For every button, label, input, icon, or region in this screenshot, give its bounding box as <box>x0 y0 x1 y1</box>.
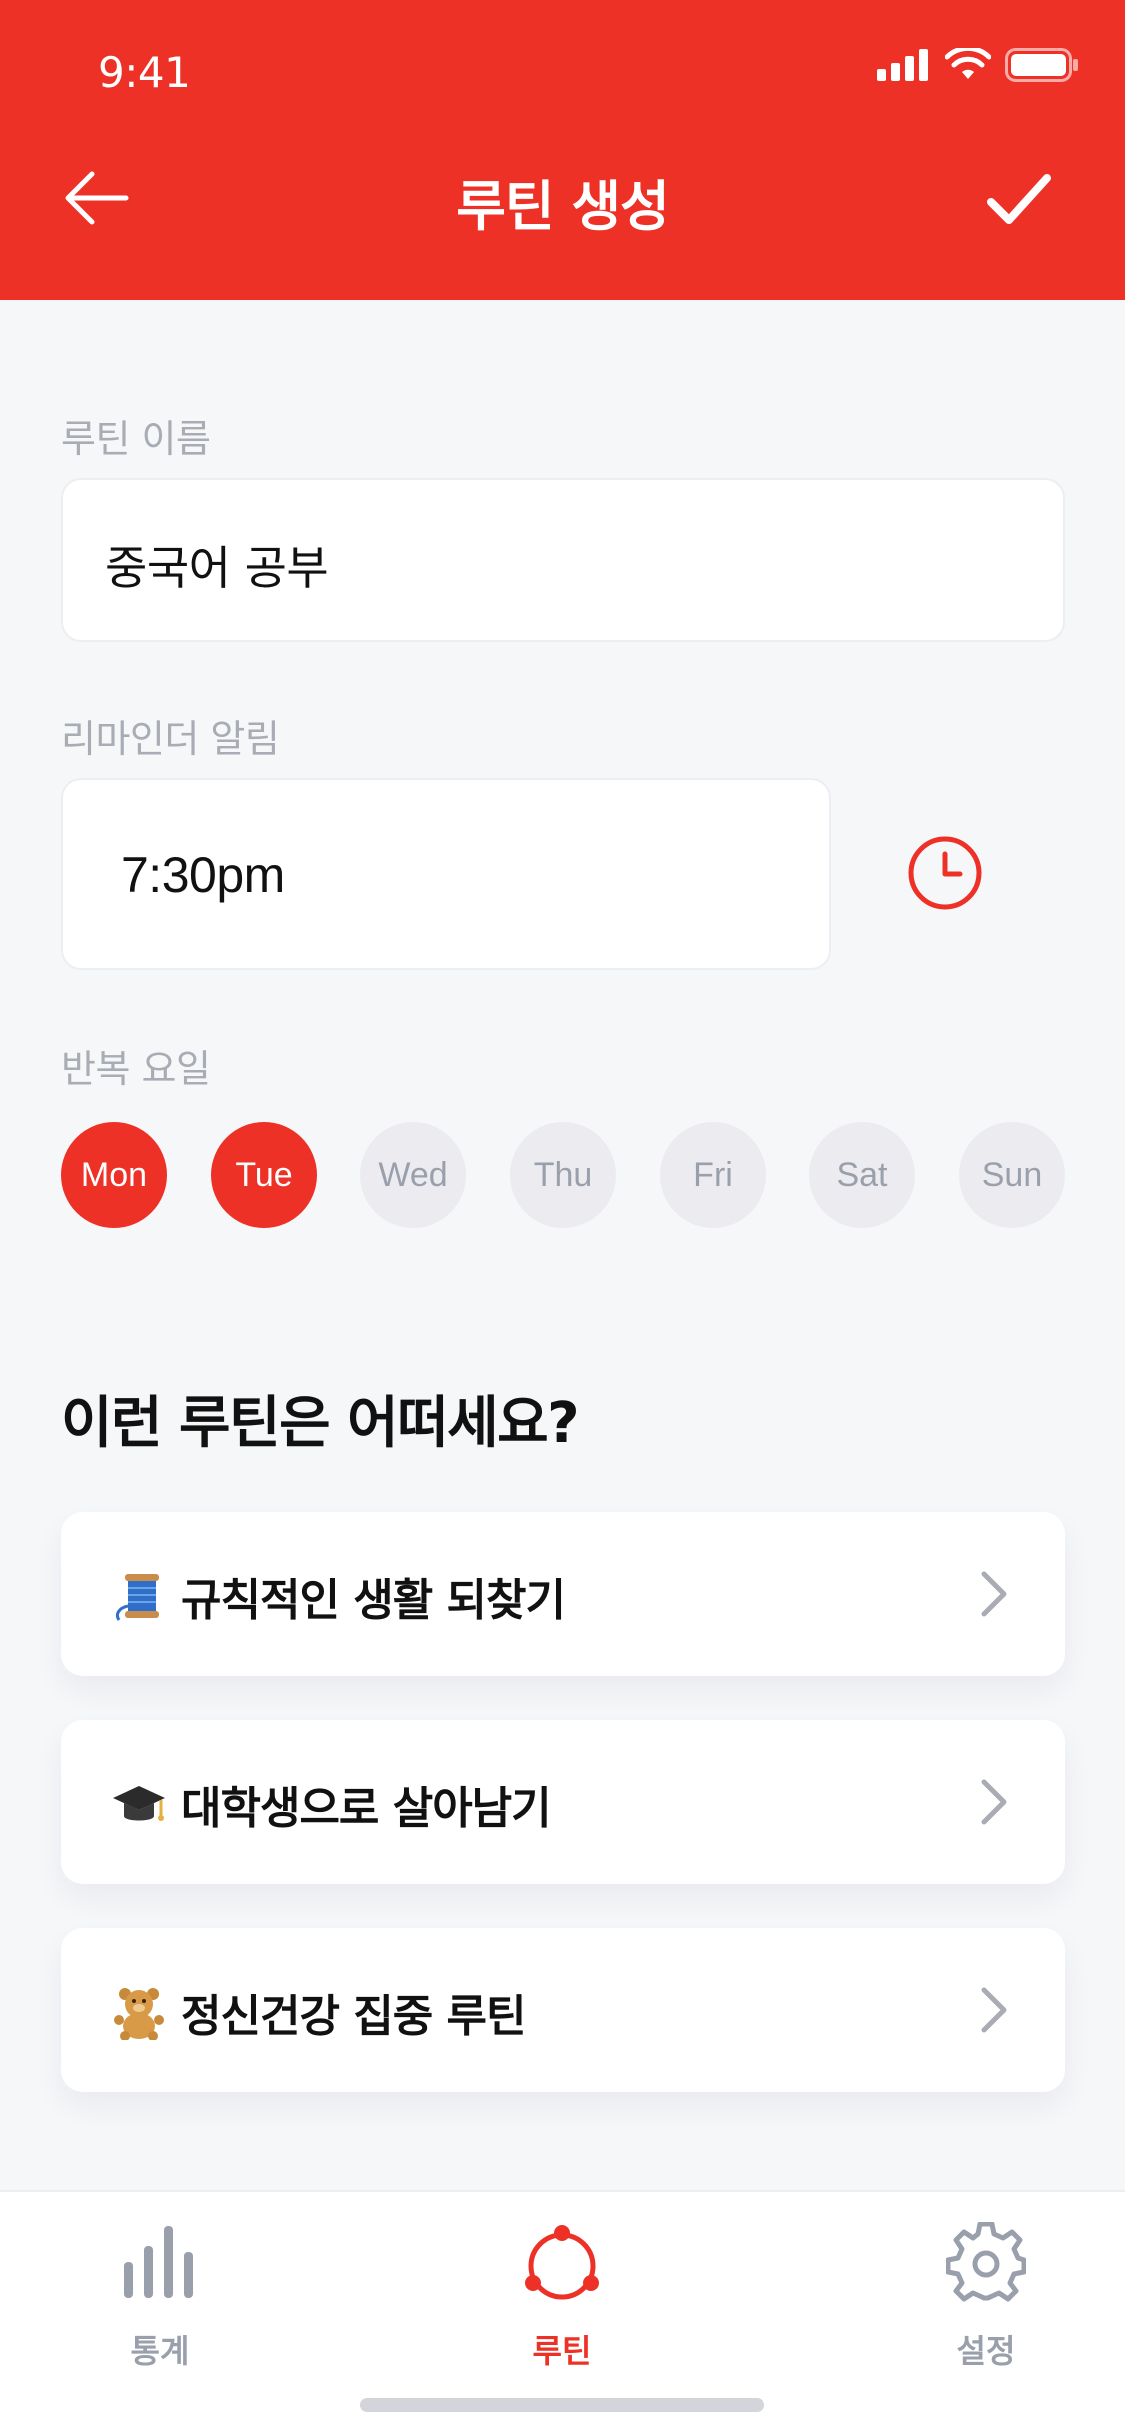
status-icons <box>877 48 1079 82</box>
tab-stats[interactable]: 통계 <box>80 2222 240 2372</box>
suggestion-card[interactable]: 규칙적인 생활 되찾기 <box>61 1512 1065 1676</box>
confirm-button[interactable] <box>983 168 1055 232</box>
tab-routine[interactable]: 루틴 <box>482 2222 642 2372</box>
repeat-days-label: 반복 요일 <box>61 1047 211 1091</box>
suggestion-label: 대학생으로 살아남기 <box>181 1783 552 1834</box>
day-selector: Mon Tue Wed Thu Fri Sat Sun <box>61 1122 1065 1228</box>
thread-spool-icon <box>115 1574 159 1621</box>
chevron-right-icon <box>981 1571 1007 1617</box>
signal-icon <box>877 49 928 81</box>
status-time: 9:41 <box>98 48 191 97</box>
day-thu-toggle[interactable]: Thu <box>510 1122 616 1228</box>
wifi-icon <box>945 48 991 79</box>
day-sat-toggle[interactable]: Sat <box>809 1122 915 1228</box>
suggestion-label: 정신건강 집중 루틴 <box>181 1991 526 2042</box>
day-mon-toggle[interactable]: Mon <box>61 1122 167 1228</box>
suggestions-title: 이런 루틴은 어떠세요? <box>61 1391 580 1456</box>
tab-label: 통계 <box>130 2332 190 2370</box>
reminder-time-field[interactable]: 7:30pm <box>61 778 831 970</box>
suggestion-card[interactable]: 정신건강 집중 루틴 <box>61 1928 1065 2092</box>
teddy-bear-icon <box>114 1988 164 2040</box>
routine-cycle-icon <box>525 2225 599 2300</box>
routine-name-input[interactable]: 중국어 공부 <box>61 478 1065 642</box>
app-header: 9:41 루틴 생성 <box>0 0 1125 300</box>
day-sun-toggle[interactable]: Sun <box>959 1122 1065 1228</box>
graduation-cap-icon <box>113 1786 165 1821</box>
bar-chart-icon <box>124 2226 193 2298</box>
time-picker-button[interactable] <box>906 834 984 912</box>
reminder-time-value: 7:30pm <box>121 847 285 903</box>
chevron-right-icon <box>981 1987 1007 2033</box>
tab-label: 설정 <box>956 2332 1016 2370</box>
page-title: 루틴 생성 <box>456 175 670 238</box>
suggestion-label: 규칙적인 생활 되찾기 <box>181 1575 566 1626</box>
routine-name-label: 루틴 이름 <box>61 417 211 461</box>
chevron-right-icon <box>981 1779 1007 1825</box>
tab-settings[interactable]: 설정 <box>906 2222 1066 2372</box>
day-fri-toggle[interactable]: Fri <box>660 1122 766 1228</box>
battery-icon <box>1005 48 1078 82</box>
clock-icon <box>908 836 982 910</box>
check-icon <box>987 174 1051 224</box>
gear-icon <box>946 2222 1026 2302</box>
home-indicator[interactable] <box>360 2398 764 2412</box>
routine-name-value: 중국어 공부 <box>105 541 329 595</box>
suggestion-card[interactable]: 대학생으로 살아남기 <box>61 1720 1065 1884</box>
tab-label: 루틴 <box>532 2332 592 2370</box>
reminder-label: 리마인더 알림 <box>61 717 280 761</box>
day-tue-toggle[interactable]: Tue <box>211 1122 317 1228</box>
day-wed-toggle[interactable]: Wed <box>360 1122 466 1228</box>
